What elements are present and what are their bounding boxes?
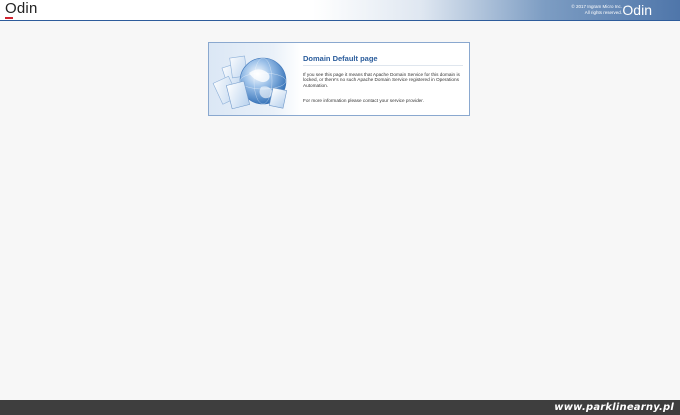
footer-site-label: www.parklinearny.pl xyxy=(554,402,674,413)
header-bar: Odin © 2017 Ingram Micro Inc. All rights… xyxy=(0,0,680,21)
page: Odin © 2017 Ingram Micro Inc. All rights… xyxy=(0,0,680,415)
footer-bar: www.parklinearny.pl xyxy=(0,400,680,415)
odin-logo-right: Odin xyxy=(622,2,652,18)
logo-underline xyxy=(5,17,13,19)
default-page-box: Domain Default page If you see this page… xyxy=(208,42,470,116)
title-divider xyxy=(303,65,463,66)
copyright-line-2: All rights reserved. xyxy=(584,9,622,15)
odin-logo-left: Odin xyxy=(5,0,38,19)
copyright-line-1: © 2017 Ingram Micro Inc. xyxy=(571,4,622,9)
copyright-notice: © 2017 Ingram Micro Inc. All rights rese… xyxy=(571,4,622,15)
contact-provider-message: For more information please contact your… xyxy=(303,98,424,103)
locked-domain-message: If you see this page it means that Apach… xyxy=(303,72,460,88)
logo-left-text: Odin xyxy=(5,0,38,17)
page-title: Domain Default page xyxy=(303,54,378,63)
globe-with-documents-icon xyxy=(209,43,301,115)
